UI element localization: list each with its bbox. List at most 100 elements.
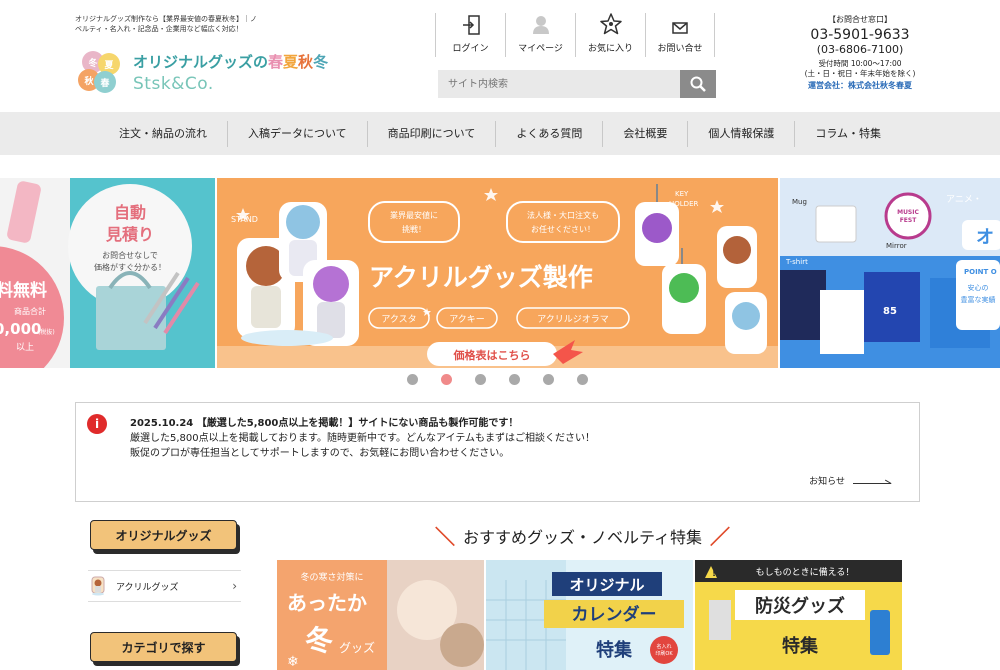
slide-auto-estimate[interactable]: 自動 見積り お問合せなしで 価格がすぐ分かる！ 料無料 商品合計 0,000 … bbox=[0, 178, 215, 368]
search-button[interactable] bbox=[680, 70, 716, 98]
contact-box: 【お問合せ窓口】 03-5901-9633 (03-6806-7100) 受付時… bbox=[790, 14, 930, 91]
slide-right-anime: アニメ・ bbox=[946, 195, 982, 205]
contact-hours-line: (土・日・祝日・年末年始を除く) bbox=[804, 69, 916, 78]
slide-left-total-value: 0,000 bbox=[0, 320, 41, 338]
nav-printing[interactable]: 商品印刷について bbox=[366, 120, 496, 147]
snowflake-icon: ❄ bbox=[287, 654, 299, 670]
contact-label: お問い合せ bbox=[657, 44, 703, 54]
slider-dot[interactable] bbox=[475, 374, 486, 385]
nav-column[interactable]: コラム・特集 bbox=[794, 120, 901, 147]
search-input[interactable] bbox=[438, 70, 680, 98]
slider-dot[interactable] bbox=[509, 374, 520, 385]
news-text: 販促のプロが専任担当としてサポートしますので、お気軽にお問い合わせください。 bbox=[130, 448, 510, 459]
title-slash-left: ＼ bbox=[435, 525, 455, 549]
feature-card-badge: 印刷OK bbox=[655, 650, 673, 657]
nav-order-flow[interactable]: 注文・納品の流れ bbox=[99, 121, 227, 147]
slide-left-title: 見積り bbox=[105, 225, 154, 244]
logo-badge-char: 冬 bbox=[88, 57, 98, 69]
logo-badge-char: 秋 bbox=[83, 75, 94, 87]
feature-card-winter-goods[interactable]: 冬の寒さ対策に あったか 冬 グッズ ❄ bbox=[277, 560, 484, 670]
nav-privacy[interactable]: 個人情報保護 bbox=[687, 120, 794, 147]
slide-left-free: 料無料 bbox=[0, 280, 47, 301]
slide-left-sub: 価格がすぐ分かる！ bbox=[94, 262, 166, 272]
operating-company[interactable]: 運営会社：株式会社秋冬春夏 bbox=[790, 80, 930, 91]
slide-bubble-2: 法人様・大口注文も bbox=[527, 210, 599, 220]
feature-card-calendar[interactable]: オリジナル カレンダー 特集 名入れ 印刷OK bbox=[486, 560, 693, 670]
slide-main-title: アクリルグッズ製作 bbox=[369, 263, 593, 292]
news-headline[interactable]: 2025.10.24 【厳選した5,800点以上を掲載！】サイトにない商品も製作… bbox=[130, 416, 595, 431]
logo-text-en: Stsk&Co. bbox=[133, 74, 214, 94]
feature-card-text: カレンダー bbox=[572, 604, 657, 625]
site-tagline: オリジナルグッズ制作なら【業界最安値の春夏秋冬】｜ノベルティ・名入れ・記念品・企… bbox=[75, 15, 257, 33]
slide-label-stand: STAND bbox=[231, 215, 258, 224]
feature-card-text: 特集 bbox=[782, 635, 819, 657]
contact-phone-primary[interactable]: 03-5901-9633 bbox=[790, 27, 930, 43]
login-label: ログイン bbox=[452, 44, 489, 54]
favorites-label: お気に入り bbox=[587, 44, 633, 54]
logo-text-main: オリジナルグッズの bbox=[133, 53, 269, 71]
contact-phone-secondary[interactable]: (03-6806-7100) bbox=[790, 43, 930, 56]
star-icon bbox=[599, 13, 622, 35]
logo-season-char: 冬 bbox=[313, 53, 329, 71]
slide-tag: アクリルジオラマ bbox=[537, 314, 609, 325]
user-icon bbox=[532, 16, 549, 34]
slide-goods-variety[interactable]: Mug MUSIC FEST Mirror アニメ・ T-shirt 85 オ … bbox=[780, 178, 1000, 368]
utility-nav: ログイン マイページ お気に入り お問い合せ bbox=[435, 13, 715, 57]
slider-dot[interactable] bbox=[407, 374, 418, 385]
mypage-label: マイページ bbox=[518, 44, 563, 54]
slide-left-above: 以上 bbox=[16, 342, 34, 353]
slider-pagination bbox=[407, 374, 588, 385]
contact-title: 【お問合せ窓口】 bbox=[828, 15, 892, 24]
logo-badge-icon: 冬 夏 秋 春 bbox=[78, 51, 120, 93]
slider-dot[interactable] bbox=[577, 374, 588, 385]
slide-left-total-label: 商品合計 bbox=[14, 306, 46, 316]
mypage-link[interactable]: マイページ bbox=[505, 13, 575, 57]
feature-card-disaster-goods[interactable]: ! もしものときに備える！ 防災グッズ 特集 bbox=[695, 560, 902, 670]
sidebar-item-acrylic[interactable]: アクリルグッズ › bbox=[88, 570, 241, 602]
news-text: 厳選した5,800点以上を掲載しております。随時更新中です。どんなアイテムもまず… bbox=[130, 433, 596, 444]
slider-dot-active[interactable] bbox=[441, 374, 452, 385]
nav-faq[interactable]: よくある質問 bbox=[495, 120, 602, 147]
nav-company[interactable]: 会社概要 bbox=[602, 120, 687, 147]
slide-label-keyholder: KEY bbox=[675, 190, 689, 198]
news-content: 2025.10.24 【厳選した5,800点以上を掲載！】サイトにない商品も製作… bbox=[130, 416, 595, 461]
slide-right-mug: Mug bbox=[792, 198, 807, 206]
feature-card-text: 冬の寒さ対策に bbox=[300, 571, 363, 583]
logo-season-char: 秋 bbox=[298, 53, 314, 71]
slider-dot[interactable] bbox=[543, 374, 554, 385]
logo-text: オリジナルグッズの春夏秋冬 bbox=[133, 51, 328, 72]
feature-card-disaster-art: ! もしものときに備える！ 防災グッズ 特集 bbox=[695, 560, 902, 670]
chevron-right-icon: › bbox=[232, 579, 237, 593]
contact-hours: 受付時間 10:00～17:00 (土・日・祝日・年末年始を除く) bbox=[790, 59, 930, 79]
slide-auto-estimate-art: 自動 見積り お問合せなしで 価格がすぐ分かる！ 料無料 商品合計 0,000 … bbox=[0, 178, 215, 368]
logo-badge-char: 夏 bbox=[103, 60, 114, 71]
sidebar-item-label: アクリルグッズ bbox=[116, 582, 179, 593]
arrow-right-icon bbox=[853, 478, 891, 484]
contact-link[interactable]: お問い合せ bbox=[645, 13, 715, 57]
acrylic-thumbnail-icon bbox=[91, 576, 105, 596]
feature-card-text: 防災グッズ bbox=[755, 595, 845, 617]
slide-right-point: POINT O bbox=[964, 268, 997, 276]
site-logo[interactable]: 冬 夏 秋 春 オリジナルグッズの春夏秋冬 Stsk&Co. bbox=[75, 48, 365, 98]
slide-right-jersey-number: 85 bbox=[883, 306, 897, 317]
feature-title-text: おすすめグッズ・ノベルティ特集 bbox=[463, 527, 703, 547]
feature-card-calendar-art: オリジナル カレンダー 特集 名入れ 印刷OK bbox=[486, 560, 693, 670]
warning-icon: ! bbox=[712, 569, 716, 579]
sidebar-heading-category: カテゴリで探す bbox=[90, 632, 237, 662]
nav-data-submission[interactable]: 入稿データについて bbox=[226, 120, 367, 147]
slide-right-music: MUSIC bbox=[897, 209, 919, 216]
news-more-link[interactable]: お知らせ bbox=[809, 474, 891, 487]
slide-acrylic-goods[interactable]: STAND 業界最安値に 挑戦！ 法人様・大口注文も お任せください！ アクリル… bbox=[217, 178, 778, 368]
feature-card-text: もしものときに備える！ bbox=[756, 566, 855, 578]
feature-card-winter-art: 冬の寒さ対策に あったか 冬 グッズ ❄ bbox=[277, 560, 484, 670]
login-link[interactable]: ログイン bbox=[435, 13, 505, 57]
sidebar-heading-original-goods: オリジナルグッズ bbox=[90, 520, 237, 550]
slide-cta: 価格表はこちら bbox=[453, 348, 531, 362]
contact-hours-line: 受付時間 10:00～17:00 bbox=[818, 59, 902, 68]
search-icon bbox=[690, 76, 706, 92]
logo-season-char: 夏 bbox=[283, 53, 299, 71]
favorites-link[interactable]: お気に入り bbox=[575, 13, 645, 57]
slide-right-mirror: Mirror bbox=[886, 242, 907, 250]
slide-right-safe: 安心の bbox=[968, 283, 989, 292]
mail-icon bbox=[672, 22, 688, 34]
